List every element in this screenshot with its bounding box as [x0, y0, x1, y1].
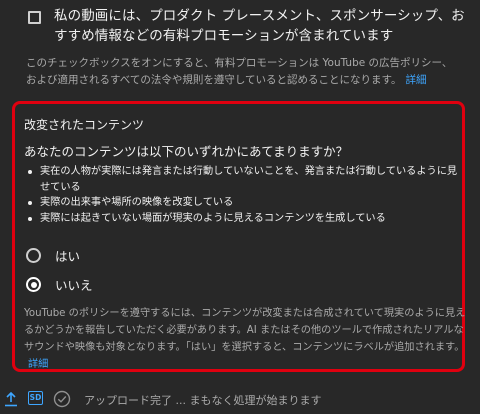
radio-option-no[interactable]: いいえ	[26, 275, 93, 294]
altered-content-bullet-list: 実在の人物が実際には発言または行動していないことを、発言または行動しているように…	[12, 164, 466, 226]
radio-yes-label: はい	[55, 249, 81, 264]
radio-option-yes[interactable]: はい	[26, 246, 80, 265]
paid-promotion-row[interactable]: 私の動画には、プロダクト プレースメント、スポンサーシップ、おすすめ情報などの有…	[28, 6, 478, 46]
paid-promotion-description-text: このチェックボックスをオンにすると、有料プロモーションは YouTube の広告…	[26, 57, 453, 86]
bullet-item: 実際には起きていない場面が現実のように見えるコンテンツを生成している	[26, 211, 466, 227]
sd-badge: SD	[28, 391, 43, 405]
upload-status-bar: SD アップロード完了 ... まもなく処理が始まります	[0, 386, 480, 414]
altered-content-description-text: YouTube のポリシーを遵守するには、コンテンツが改変または合成されていて現…	[24, 308, 466, 353]
paid-promotion-checkbox[interactable]	[28, 11, 41, 24]
altered-content-description: YouTube のポリシーを遵守するには、コンテンツが改変または合成されていて現…	[24, 305, 472, 373]
radio-yes[interactable]	[26, 248, 41, 263]
radio-no[interactable]	[26, 277, 41, 292]
paid-promotion-label: 私の動画には、プロダクト プレースメント、スポンサーシップ、おすすめ情報などの有…	[54, 8, 465, 44]
paid-promotion-description: このチェックボックスをオンにすると、有料プロモーションは YouTube の広告…	[26, 55, 456, 89]
bullet-item: 実在の人物が実際には発言または行動していないことを、発言または行動しているように…	[26, 164, 466, 195]
altered-content-learn-more-link[interactable]: 詳細	[28, 359, 48, 370]
radio-no-label: いいえ	[55, 278, 93, 293]
upload-icon	[5, 392, 17, 407]
check-circle-icon	[53, 390, 71, 408]
altered-content-title: 改変されたコンテンツ	[24, 118, 145, 132]
altered-content-question: あなたのコンテンツは以下のいずれかにあてまりますか？	[24, 144, 349, 159]
paid-promotion-learn-more-link[interactable]: 詳細	[405, 74, 426, 86]
bullet-item: 実際の出来事や場所の映像を改変している	[26, 195, 466, 211]
upload-status-text: アップロード完了 ... まもなく処理が始まります	[84, 394, 322, 407]
